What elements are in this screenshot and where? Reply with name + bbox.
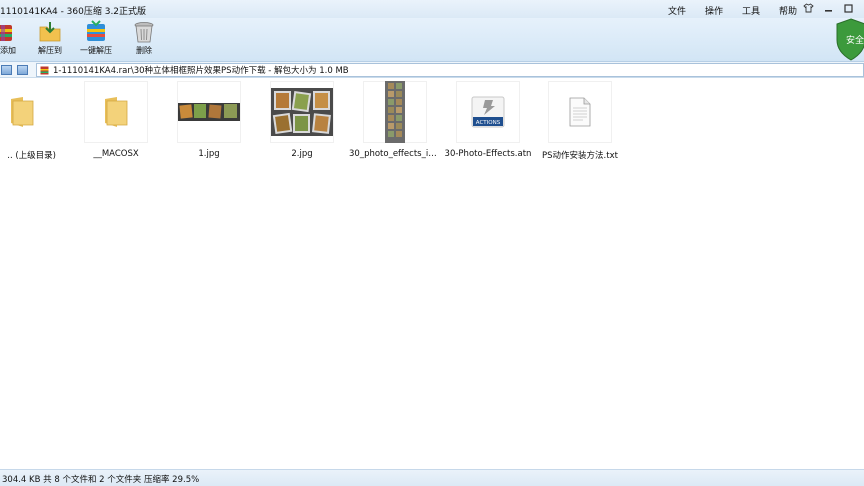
delete-label: 删除	[136, 46, 152, 55]
add-button-label: 添加	[0, 46, 16, 55]
address-path: 1-1110141KA4.rar\30种立体相框照片效果PS动作下载 - 解包大…	[53, 66, 349, 76]
text-file-icon	[569, 97, 591, 127]
window-title: 1110141KA4 - 360压缩 3.2正式版	[0, 7, 147, 17]
image-thumbnail	[178, 103, 240, 121]
menu-bar: 文件 操作 工具 帮助	[668, 4, 797, 17]
title-bar: 1110141KA4 - 360压缩 3.2正式版 文件 操作 工具 帮助	[0, 0, 864, 18]
image-thumbnail	[385, 81, 405, 143]
file-list[interactable]: .. (上级目录) __MACOSX 1.jpg 2.jpg 30_photo_…	[0, 79, 864, 469]
view-thumbnails-button[interactable]	[1, 65, 12, 75]
one-click-extract-icon	[87, 20, 105, 41]
toolbar: 添加 解压到 一键解压 删除 安全	[0, 18, 864, 62]
archive-icon	[40, 66, 49, 74]
security-badge[interactable]: 安全	[836, 18, 864, 62]
one-click-extract-label: 一键解压	[80, 46, 112, 55]
minimize-icon[interactable]	[822, 2, 834, 14]
actions-file-icon: ACTIONS	[471, 96, 505, 128]
folder-icon	[11, 97, 34, 127]
add-button[interactable]: 添加	[0, 20, 16, 56]
extract-to-label: 解压到	[38, 46, 62, 55]
add-archive-icon	[0, 25, 12, 41]
file-name: __MACOSX	[93, 149, 139, 159]
security-badge-label: 安全	[846, 36, 864, 46]
file-name: 1.jpg	[198, 149, 220, 159]
menu-help[interactable]: 帮助	[779, 4, 797, 17]
window-controls	[802, 2, 854, 14]
status-bar: 304.4 KB 共 8 个文件和 2 个文件夹 压缩率 29.5%	[0, 469, 864, 486]
status-text: 304.4 KB 共 8 个文件和 2 个文件夹 压缩率 29.5%	[2, 475, 200, 485]
maximize-icon[interactable]	[842, 2, 854, 14]
file-item-30-photo-effects-index[interactable]: 30_photo_effects_ind...	[349, 81, 441, 159]
file-name: 30-Photo-Effects.atn	[444, 149, 532, 159]
file-item-1-jpg[interactable]: 1.jpg	[163, 81, 255, 159]
file-item-30-photo-effects-atn[interactable]: ACTIONS 30-Photo-Effects.atn	[442, 81, 534, 159]
menu-tools[interactable]: 工具	[742, 4, 760, 17]
file-item-2-jpg[interactable]: 2.jpg	[256, 81, 348, 159]
extract-to-icon	[39, 22, 61, 42]
file-item-parent-directory[interactable]: .. (上级目录)	[0, 81, 68, 161]
folder-icon	[105, 97, 128, 127]
menu-file[interactable]: 文件	[668, 4, 686, 17]
address-bar[interactable]: 1-1110141KA4.rar\30种立体相框照片效果PS动作下载 - 解包大…	[36, 63, 864, 77]
address-row: 1-1110141KA4.rar\30种立体相框照片效果PS动作下载 - 解包大…	[0, 62, 864, 78]
file-name: 2.jpg	[291, 149, 313, 159]
delete-button[interactable]: 删除	[132, 20, 156, 56]
one-click-extract-button[interactable]: 一键解压	[80, 20, 112, 56]
file-name: 30_photo_effects_ind...	[349, 149, 441, 159]
view-list-button[interactable]	[17, 65, 28, 75]
menu-operation[interactable]: 操作	[705, 4, 723, 17]
file-name: .. (上级目录)	[7, 151, 56, 161]
svg-text:ACTIONS: ACTIONS	[476, 120, 501, 126]
file-item-macosx[interactable]: __MACOSX	[70, 81, 162, 159]
skin-shirt-icon[interactable]	[802, 2, 814, 14]
image-thumbnail	[271, 88, 333, 136]
file-name: PS动作安装方法.txt	[542, 151, 618, 161]
file-item-ps-install-txt[interactable]: PS动作安装方法.txt	[534, 81, 626, 161]
trash-icon	[134, 22, 154, 43]
extract-to-button[interactable]: 解压到	[38, 20, 62, 56]
